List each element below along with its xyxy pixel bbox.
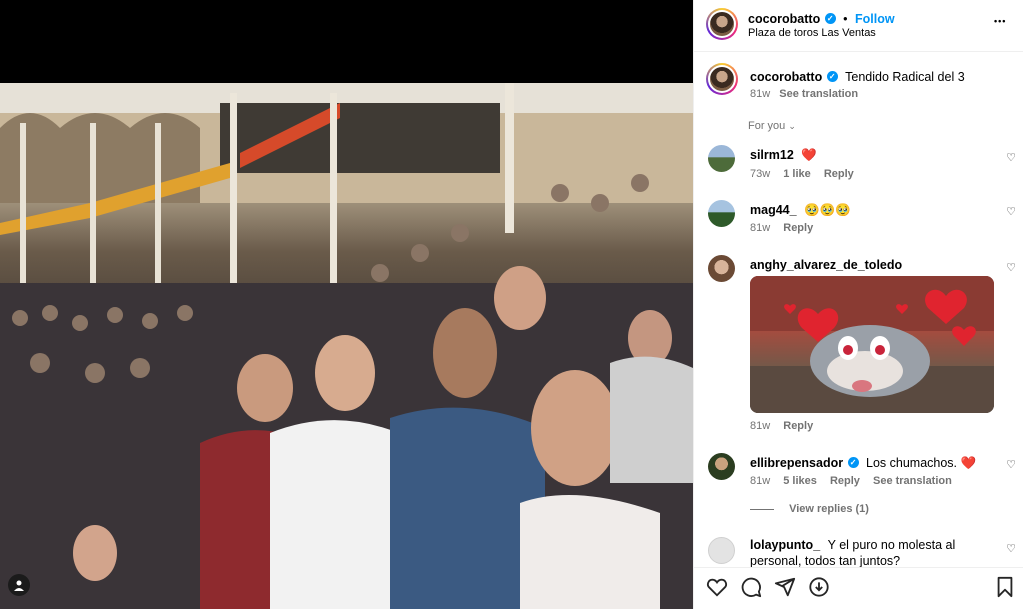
see-translation-link[interactable]: See translation [779,88,858,100]
author-username[interactable]: cocorobatto [748,12,820,26]
commenter-avatar[interactable] [708,453,735,480]
bullring-photo-illustration [0,83,693,609]
comment-like-heart-icon[interactable]: ♡ [1005,206,1017,218]
save-icon[interactable] [808,576,830,598]
verified-badge-icon: ✓ [826,71,838,83]
comment-timestamp[interactable]: 81w [750,420,770,432]
post-side-panel: cocorobatto ✓ • Follow Plaza de toros La… [693,0,1023,609]
view-replies-button[interactable]: View replies (1) [750,503,869,515]
comment-timestamp[interactable]: 73w [750,168,770,180]
caption: cocorobatto ✓ Tendido Radical del 3 [750,68,965,86]
comment-timestamp[interactable]: 81w [750,222,770,234]
comment-item: mag44_ 🥹🥹🥹 [750,201,851,219]
comment-item: lolaypunto_ Y el puro no molesta al pers… [750,537,1000,569]
comment-username[interactable]: lolaypunto_ [750,538,820,552]
instagram-post-modal: cocorobatto ✓ • Follow Plaza de toros La… [0,0,1023,609]
comment-see-translation-link[interactable]: See translation [873,475,952,487]
bugs-bunny-hearts-illustration [750,276,994,413]
comment-reply-button[interactable]: Reply [783,222,813,234]
comment-text: Los chumachos. ❤️ [866,456,977,470]
follow-button[interactable]: Follow [855,12,895,26]
comment-like-heart-icon[interactable]: ♡ [1005,543,1017,555]
comment-sort-label: For you [748,120,786,132]
caption-author-avatar[interactable] [706,63,738,95]
comment-reply-button[interactable]: Reply [830,475,860,487]
comment-timestamp[interactable]: 81w [750,475,770,487]
commenter-avatar[interactable] [708,537,735,564]
comment-like-heart-icon[interactable]: ♡ [1005,152,1017,164]
comment-item: anghy_alvarez_de_toledo [750,256,902,274]
view-replies-line [750,508,774,510]
separator-dot: • [843,12,848,26]
verified-badge-icon: ✓ [847,457,859,469]
post-header: cocorobatto ✓ • Follow Plaza de toros La… [694,0,1023,52]
comment-like-heart-icon[interactable]: ♡ [1005,262,1017,274]
bookmark-icon[interactable] [994,576,1016,598]
comment-reply-button[interactable]: Reply [783,420,813,432]
comment-like-heart-icon[interactable]: ♡ [1005,459,1017,471]
view-replies-label: View replies (1) [789,503,869,515]
comment-reply-button[interactable]: Reply [824,168,854,180]
commenter-avatar[interactable] [708,255,735,282]
chevron-down-icon: ⌄ [788,121,796,131]
comment-icon[interactable] [740,576,762,598]
comment-item: ellibrepensador ✓ Los chumachos. ❤️ [750,454,976,472]
caption-text: Tendido Radical del 3 [845,70,965,84]
comment-likes[interactable]: 5 likes [783,475,817,487]
post-media [0,0,693,609]
comment-username[interactable]: silrm12 [750,148,794,162]
author-avatar[interactable] [706,8,738,40]
comment-likes[interactable]: 1 like [783,168,811,180]
comment-sort-dropdown[interactable]: For you ⌄ [748,120,796,132]
commenter-avatar[interactable] [708,200,735,227]
verified-badge-icon: ✓ [824,13,836,25]
caption-timestamp[interactable]: 81w [750,88,770,100]
share-icon[interactable] [774,576,796,598]
comment-text: ❤️ [801,148,817,162]
post-location[interactable]: Plaza de toros Las Ventas [748,27,876,39]
comment-text: 🥹🥹🥹 [804,203,851,217]
comment-username[interactable]: anghy_alvarez_de_toledo [750,258,902,272]
commenter-avatar[interactable] [708,145,735,172]
comment-gif-image[interactable] [750,276,994,413]
heart-icon[interactable] [706,576,728,598]
more-options-icon[interactable]: ••• [994,16,1006,26]
user-silhouette-icon [14,580,24,591]
comment-username[interactable]: ellibrepensador [750,456,843,470]
comment-username[interactable]: mag44_ [750,203,797,217]
post-action-bar [694,567,1023,609]
caption-username[interactable]: cocorobatto [750,70,822,84]
post-photo[interactable] [0,83,693,609]
tag-user-icon[interactable] [8,574,30,596]
comment-item: silrm12 ❤️ [750,146,817,164]
